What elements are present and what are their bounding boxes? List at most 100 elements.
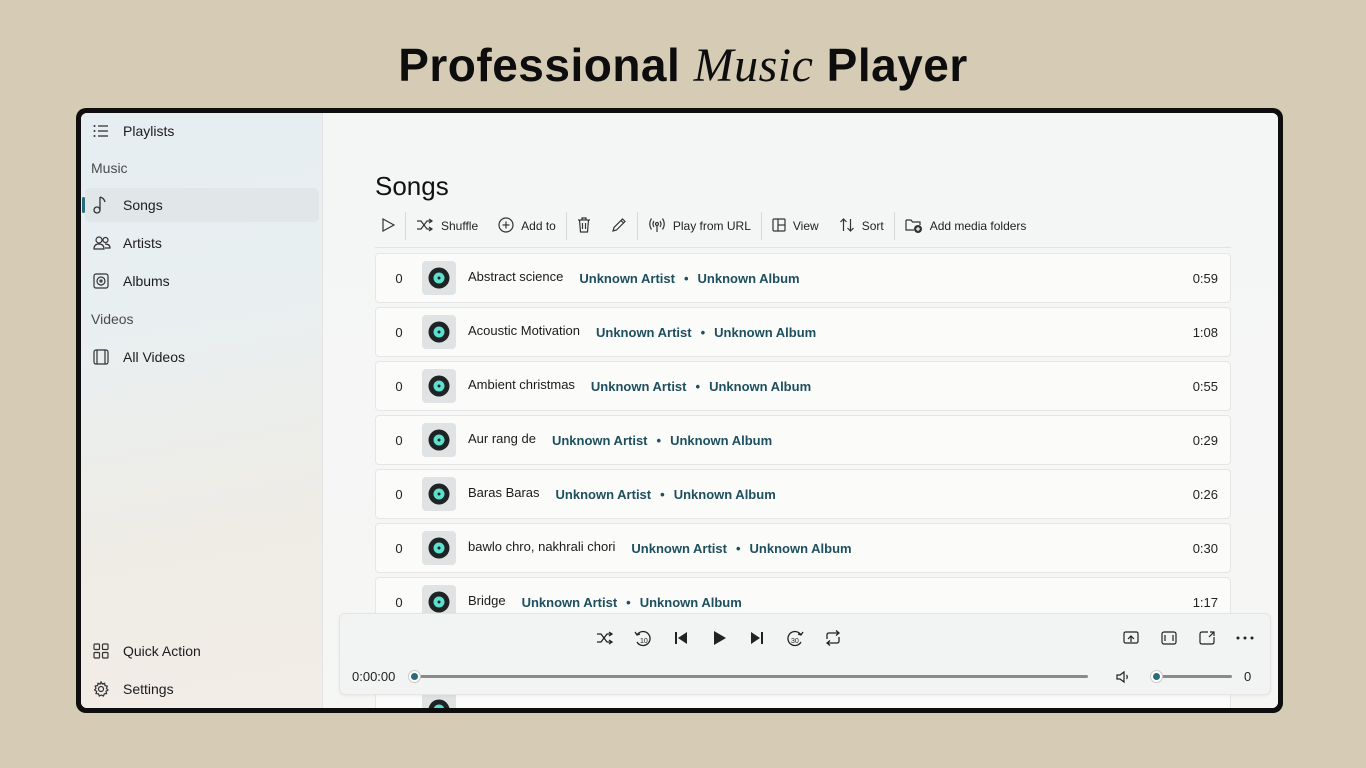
forward-30-button[interactable]: 30 bbox=[781, 624, 809, 652]
seek-handle[interactable] bbox=[408, 670, 421, 683]
sidebar-item-label: Quick Action bbox=[123, 643, 201, 659]
song-duration: 0:55 bbox=[1192, 378, 1218, 394]
volume-handle[interactable] bbox=[1150, 670, 1163, 683]
repeat-icon bbox=[825, 630, 841, 646]
track-number: 0 bbox=[395, 378, 403, 394]
next-track-button[interactable] bbox=[743, 624, 771, 652]
vinyl-disc-icon bbox=[428, 429, 450, 451]
add-media-folders-button[interactable]: Add media folders bbox=[895, 211, 1037, 241]
fit-screen-button[interactable] bbox=[1155, 624, 1183, 652]
song-album-link[interactable]: Unknown Album bbox=[670, 433, 772, 448]
cast-icon bbox=[1123, 631, 1139, 644]
cast-button[interactable] bbox=[1117, 624, 1145, 652]
album-icon bbox=[85, 273, 123, 289]
song-artist-link[interactable]: Unknown Artist bbox=[631, 541, 727, 556]
sidebar-item-songs[interactable]: Songs bbox=[82, 188, 319, 222]
play-icon bbox=[381, 217, 396, 235]
svg-text:10: 10 bbox=[640, 638, 648, 645]
separator-dot: • bbox=[656, 432, 662, 448]
shuffle-icon bbox=[597, 631, 614, 645]
song-artist-link[interactable]: Unknown Artist bbox=[591, 379, 687, 394]
track-number: 0 bbox=[395, 270, 403, 286]
gear-icon bbox=[85, 681, 123, 697]
album-art-thumbnail bbox=[422, 369, 456, 403]
add-to-button[interactable]: Add to bbox=[488, 211, 566, 241]
repeat-button[interactable] bbox=[819, 624, 847, 652]
edit-button[interactable] bbox=[601, 211, 637, 241]
sidebar-item-label: Artists bbox=[123, 235, 162, 251]
song-duration: 0:29 bbox=[1192, 432, 1218, 448]
play-all-button[interactable] bbox=[371, 211, 405, 241]
app-window: Playlists Music Songs Artists Albums Vid… bbox=[81, 113, 1278, 708]
song-album-link[interactable]: Unknown Album bbox=[714, 325, 816, 340]
song-album-link[interactable]: Unknown Album bbox=[750, 541, 852, 556]
aspect-ratio-icon bbox=[1161, 631, 1177, 645]
rewind-10-button[interactable]: 10 bbox=[629, 624, 657, 652]
forward-30-icon: 30 bbox=[787, 630, 804, 647]
song-artist-link[interactable]: Unknown Artist bbox=[556, 487, 652, 502]
song-row[interactable]: 0 Acoustic Motivation Unknown Artist • U… bbox=[375, 307, 1231, 357]
play-icon bbox=[714, 631, 726, 645]
song-row[interactable]: 0 Abstract science Unknown Artist • Unkn… bbox=[375, 253, 1231, 303]
pencil-icon bbox=[611, 217, 627, 236]
seek-bar[interactable] bbox=[414, 675, 1088, 678]
track-number: 0 bbox=[395, 432, 403, 448]
song-artist-link[interactable]: Unknown Artist bbox=[552, 433, 648, 448]
song-duration: 0:26 bbox=[1192, 486, 1218, 502]
sidebar-item-label: All Videos bbox=[123, 349, 186, 365]
delete-button[interactable] bbox=[567, 211, 601, 241]
more-horizontal-icon bbox=[1236, 636, 1254, 640]
sidebar-item-playlists[interactable]: Playlists bbox=[85, 114, 319, 148]
layout-icon bbox=[772, 217, 786, 235]
speaker-icon bbox=[1116, 670, 1128, 684]
sidebar-item-all-videos[interactable]: All Videos bbox=[85, 340, 319, 374]
song-artist-link[interactable]: Unknown Artist bbox=[579, 271, 675, 286]
song-title: Bridge bbox=[468, 592, 506, 608]
player-bar: 10 30 0:00:00 0 bbox=[339, 613, 1271, 695]
add-media-folders-label: Add media folders bbox=[929, 219, 1027, 233]
mini-player-button[interactable] bbox=[1193, 624, 1221, 652]
vinyl-disc-icon bbox=[428, 537, 450, 559]
song-album-link[interactable]: Unknown Album bbox=[640, 595, 742, 610]
sidebar-item-label: Playlists bbox=[123, 123, 175, 139]
vinyl-disc-icon bbox=[428, 483, 450, 505]
banner-word-2: Music bbox=[693, 39, 814, 92]
album-art-thumbnail bbox=[422, 477, 456, 511]
shuffle-button[interactable]: Shuffle bbox=[406, 211, 488, 241]
volume-slider[interactable] bbox=[1156, 675, 1232, 678]
song-artist-link[interactable]: Unknown Artist bbox=[596, 325, 692, 340]
sidebar-item-artists[interactable]: Artists bbox=[85, 226, 319, 260]
sidebar-item-settings[interactable]: Settings bbox=[85, 672, 319, 706]
volume-button[interactable] bbox=[1110, 663, 1138, 691]
more-options-button[interactable] bbox=[1231, 624, 1259, 652]
view-button[interactable]: View bbox=[762, 211, 829, 241]
play-button[interactable] bbox=[705, 624, 733, 652]
folder-add-icon bbox=[905, 217, 923, 236]
sort-button[interactable]: Sort bbox=[829, 211, 894, 241]
song-album-link[interactable]: Unknown Album bbox=[674, 487, 776, 502]
song-album-link[interactable]: Unknown Album bbox=[698, 271, 800, 286]
album-art-thumbnail bbox=[422, 531, 456, 565]
previous-track-button[interactable] bbox=[667, 624, 695, 652]
sidebar-item-albums[interactable]: Albums bbox=[85, 264, 319, 298]
music-note-icon bbox=[85, 196, 123, 214]
shuffle-toggle-button[interactable] bbox=[591, 624, 619, 652]
sidebar-item-quick-action[interactable]: Quick Action bbox=[85, 634, 319, 668]
shuffle-icon bbox=[416, 218, 434, 235]
song-row[interactable]: 0 Baras Baras Unknown Artist • Unknown A… bbox=[375, 469, 1231, 519]
song-artist-link[interactable]: Unknown Artist bbox=[522, 595, 618, 610]
film-icon bbox=[85, 349, 123, 365]
add-circle-icon bbox=[498, 216, 514, 236]
banner-word-1: Professional bbox=[398, 39, 681, 91]
song-row[interactable]: 0 Aur rang de Unknown Artist • Unknown A… bbox=[375, 415, 1231, 465]
song-row[interactable]: 0 Ambient christmas Unknown Artist • Unk… bbox=[375, 361, 1231, 411]
mini-player-icon bbox=[1199, 631, 1215, 645]
separator-dot: • bbox=[660, 486, 665, 502]
song-row[interactable]: 0 bawlo chro, nakhrali chori Unknown Art… bbox=[375, 523, 1231, 573]
sidebar-item-label: Settings bbox=[123, 681, 174, 697]
sidebar-item-label: Albums bbox=[123, 273, 170, 289]
song-album-link[interactable]: Unknown Album bbox=[709, 379, 811, 394]
album-art-thumbnail bbox=[422, 261, 456, 295]
play-from-url-button[interactable]: Play from URL bbox=[638, 211, 761, 241]
song-title: Aur rang de bbox=[468, 430, 536, 446]
